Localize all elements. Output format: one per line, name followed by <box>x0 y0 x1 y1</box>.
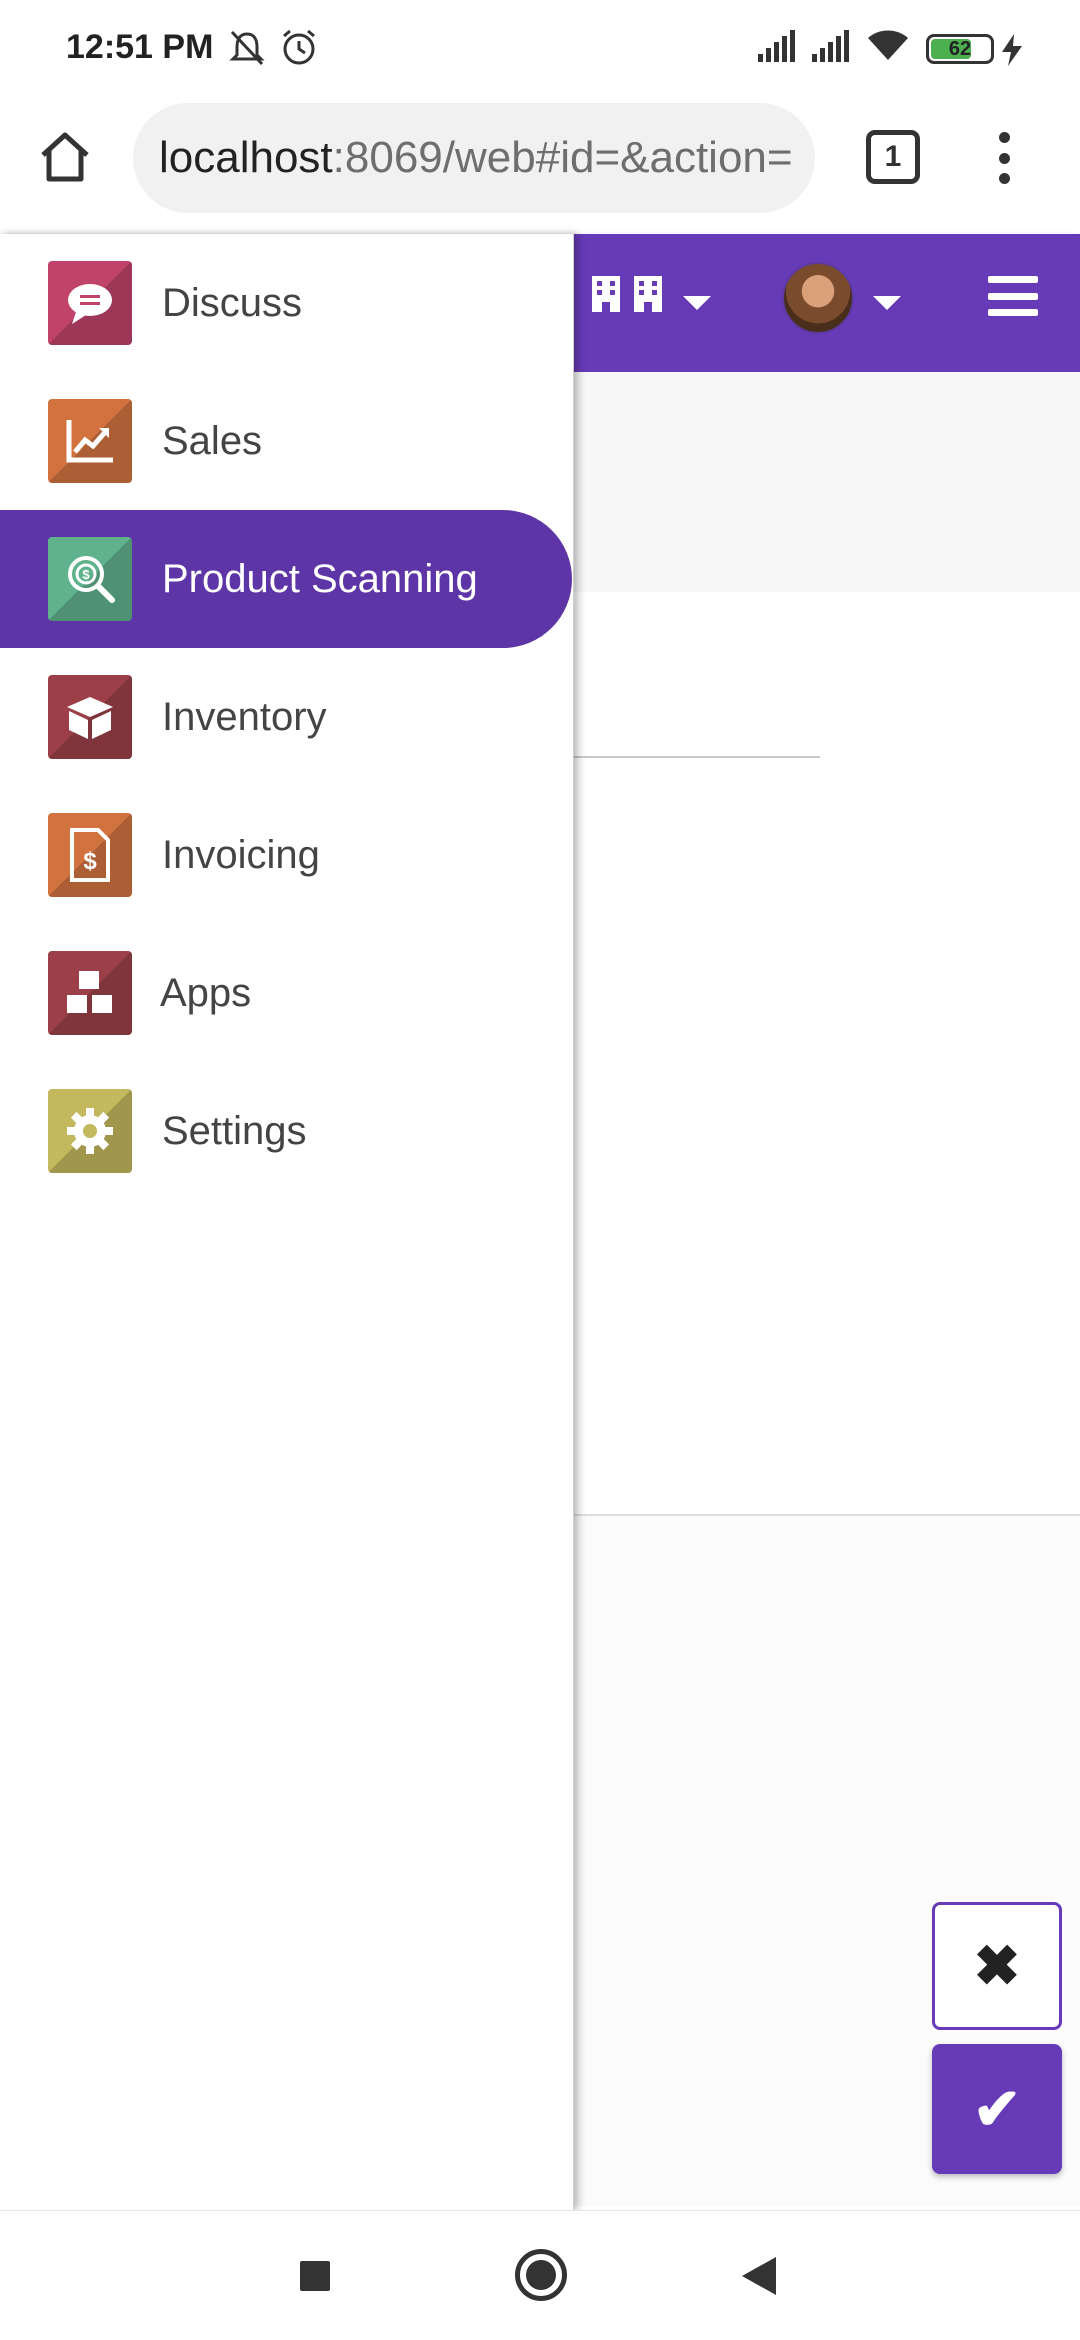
discuss-icon <box>48 261 132 345</box>
apps-icon <box>48 951 132 1035</box>
system-nav-bar <box>0 2210 1080 2340</box>
menu-item-invoicing[interactable]: $ Invoicing <box>0 786 574 924</box>
divider <box>574 756 820 758</box>
wifi-icon <box>868 30 908 60</box>
settings-icon <box>48 1089 132 1173</box>
alarm-icon <box>283 29 315 65</box>
home-icon <box>41 132 89 182</box>
menu-item-label: Sales <box>162 418 263 463</box>
signal-icon <box>758 30 795 62</box>
screen: 12:51 PM 62 localhost:8069/web#id=&acti… <box>0 0 1080 2340</box>
app-drawer: Discuss Sales $ Product Scanning Invento… <box>0 234 574 2210</box>
menu-item-label: Discuss <box>162 280 303 325</box>
menu-item-label: Product Scanning <box>162 556 478 601</box>
chevron-down-icon[interactable] <box>683 296 711 310</box>
menu-item-label: Inventory <box>162 694 327 739</box>
browser-toolbar: localhost:8069/web#id=&action= 1 <box>0 100 1080 234</box>
menu-item-inventory[interactable]: Inventory <box>0 648 574 786</box>
url-bar[interactable]: localhost:8069/web#id=&action= <box>133 103 815 213</box>
menu-item-sales[interactable]: Sales <box>0 372 574 510</box>
sales-icon <box>48 399 132 483</box>
hamburger-menu-icon[interactable] <box>988 276 1038 316</box>
menu-item-settings[interactable]: Settings <box>0 1062 574 1200</box>
status-time: 12:51 PM <box>66 28 214 66</box>
svg-text:$: $ <box>83 848 97 875</box>
menu-item-label: Settings <box>162 1108 307 1153</box>
signal-icon <box>812 30 849 62</box>
building-icon <box>592 276 620 312</box>
save-button[interactable]: ✔ <box>932 2044 1062 2174</box>
home-button[interactable] <box>30 122 100 192</box>
user-avatar[interactable] <box>782 262 854 334</box>
building-icon <box>634 276 662 312</box>
check-icon: ✔ <box>972 2077 1022 2142</box>
charging-icon <box>1002 34 1022 66</box>
company-switcher-icon[interactable] <box>590 274 664 314</box>
tab-count: 1 <box>884 140 902 173</box>
menu-item-apps[interactable]: Apps <box>0 924 574 1062</box>
url-path: :8069/web#id=&action= <box>332 133 793 182</box>
mute-icon <box>229 30 265 66</box>
tabs-button[interactable]: 1 <box>866 130 920 184</box>
menu-item-label: Apps <box>160 970 252 1015</box>
status-bar: 12:51 PM 62 <box>0 0 1080 100</box>
home-circle-icon[interactable] <box>515 2249 567 2301</box>
more-vert-icon[interactable] <box>984 126 1024 190</box>
svg-text:$: $ <box>82 567 90 582</box>
close-icon: ✖ <box>973 1934 1021 1997</box>
inventory-icon <box>48 675 132 759</box>
invoicing-icon: $ <box>48 813 132 897</box>
recents-icon[interactable] <box>300 2261 330 2291</box>
menu-item-product-scanning[interactable]: $ Product Scanning <box>0 510 572 648</box>
chevron-down-icon[interactable] <box>873 296 901 310</box>
discard-button[interactable]: ✖ <box>932 1902 1062 2030</box>
product-scanning-icon: $ <box>48 537 132 621</box>
back-icon[interactable] <box>742 2257 776 2295</box>
battery-icon: 62 <box>926 34 994 64</box>
menu-item-discuss[interactable]: Discuss <box>0 234 574 372</box>
url-host: localhost <box>159 133 333 182</box>
battery-percent: 62 <box>948 37 972 60</box>
menu-item-label: Invoicing <box>162 832 320 877</box>
